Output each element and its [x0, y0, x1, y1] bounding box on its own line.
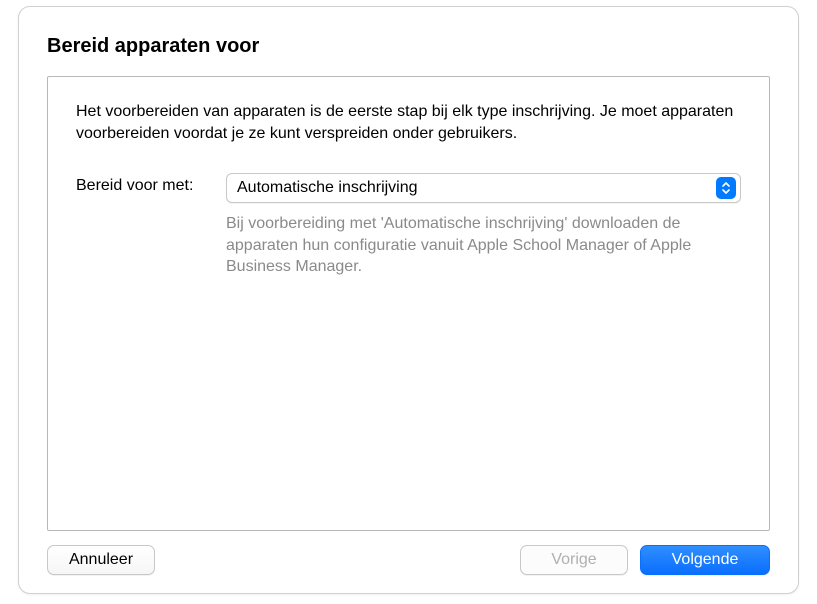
previous-button[interactable]: Vorige: [520, 545, 628, 575]
prepare-with-label: Bereid voor met:: [76, 173, 214, 195]
next-button[interactable]: Volgende: [640, 545, 770, 575]
prepare-with-dropdown[interactable]: Automatische inschrijving: [226, 173, 741, 203]
intro-text: Het voorbereiden van apparaten is de eer…: [76, 101, 741, 145]
cancel-button[interactable]: Annuleer: [47, 545, 155, 575]
content-panel: Het voorbereiden van apparaten is de eer…: [47, 76, 770, 531]
prepare-with-hint: Bij voorbereiding met 'Automatische insc…: [226, 213, 741, 278]
dropdown-selected-text: Automatische inschrijving: [237, 179, 716, 197]
prepare-with-row: Bereid voor met: Automatische inschrijvi…: [76, 173, 741, 278]
prepare-devices-sheet: Bereid apparaten voor Het voorbereiden v…: [18, 6, 799, 594]
sheet-title: Bereid apparaten voor: [47, 35, 770, 58]
prepare-with-value-wrap: Automatische inschrijving Bij voorbereid…: [226, 173, 741, 278]
button-row: Annuleer Vorige Volgende: [47, 545, 770, 575]
chevron-up-down-icon: [716, 177, 736, 199]
